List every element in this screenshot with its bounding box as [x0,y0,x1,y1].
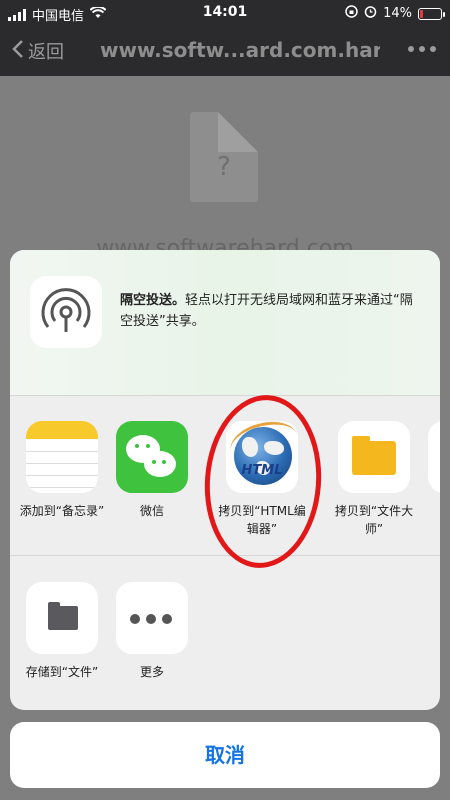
nav-bar: 返回 www.softw...ard.com.har [0,26,450,76]
alarm-icon [364,5,377,22]
back-label: 返回 [28,42,64,63]
airdrop-section[interactable]: 隔空投送。轻点以打开无线局域网和蓝牙来通过“隔空投送”共享。 [10,250,440,396]
more-menu-icon[interactable] [408,46,436,52]
action-label: 更多 [139,665,164,679]
actions-row: 存储到“文件” 更多 [10,556,440,710]
notes-icon [26,421,98,493]
unknown-file-icon: ? [190,112,258,202]
page-title: www.softw...ard.com.har [100,38,380,62]
share-app-notes[interactable]: 添加到“备忘录” [16,421,108,520]
battery-icon [418,7,445,20]
airdrop-title: 隔空投送。 [120,293,186,308]
back-button[interactable]: 返回 [12,38,64,64]
share-app-label: 微信 [139,504,164,518]
watermark: Bai经验 [363,768,432,789]
share-app-label: 拷贝到“文件大师” [334,504,414,536]
share-app-file-master[interactable]: 拷贝到“文件大师” [328,421,420,538]
status-bar: 中国电信 14:01 14% [0,0,450,26]
action-more[interactable]: 更多 [106,582,198,681]
wechat-icon [116,421,188,493]
share-app-label: 添加到“备忘录” [19,504,105,518]
more-icon [116,582,188,654]
airdrop-icon [30,276,102,348]
save-folder-icon [26,582,98,654]
folder-icon [338,421,410,493]
action-save-to-files[interactable]: 存储到“文件” [16,582,108,681]
share-app-wechat[interactable]: 微信 [106,421,198,520]
airdrop-text: 隔空投送。轻点以打开无线局域网和蓝牙来通过“隔空投送”共享。 [120,290,420,332]
status-right: 14% [345,5,445,22]
battery-percent: 14% [383,6,412,21]
action-label: 存储到“文件” [25,665,99,679]
orientation-lock-icon [345,5,358,22]
chevron-left-icon [12,39,24,64]
partial-app-tile[interactable] [428,421,440,493]
